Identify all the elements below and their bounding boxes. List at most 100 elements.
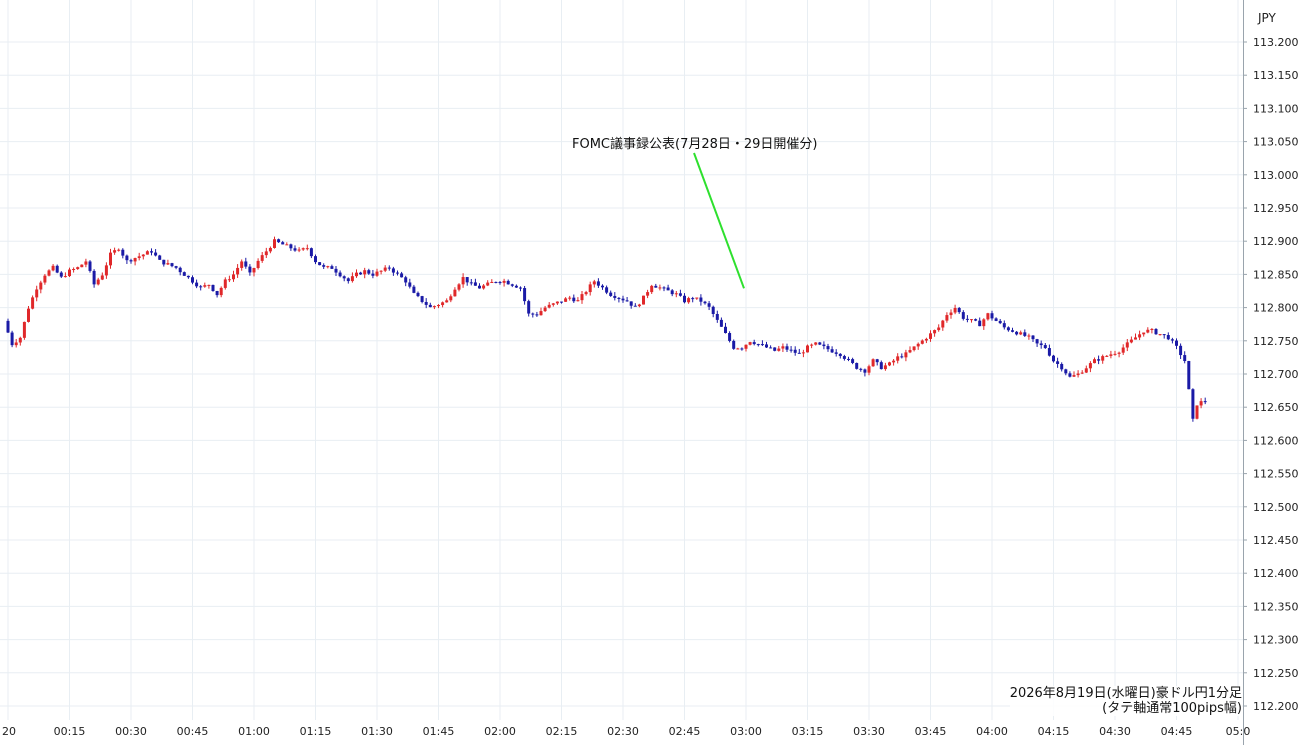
- candle-body: [719, 319, 723, 327]
- candle-body: [133, 258, 137, 262]
- candle: [855, 362, 859, 370]
- y-tick-label: 113.000: [1253, 169, 1299, 182]
- candle: [260, 252, 264, 263]
- candle: [740, 347, 744, 351]
- x-tick-label: 04:45: [1161, 725, 1193, 738]
- candle: [498, 281, 502, 285]
- candle: [400, 271, 404, 278]
- candle: [1052, 354, 1055, 363]
- candle-body: [424, 301, 428, 305]
- candle-body: [88, 261, 92, 271]
- candle: [129, 258, 133, 264]
- candle-body: [207, 284, 211, 286]
- candle-body: [588, 284, 592, 293]
- candle-body: [1105, 355, 1109, 357]
- candle: [724, 322, 727, 334]
- candle-body: [707, 303, 711, 307]
- candle: [793, 346, 797, 356]
- candle-body: [432, 306, 436, 308]
- candle: [465, 277, 469, 286]
- candle: [957, 306, 961, 314]
- candle-body: [318, 262, 322, 266]
- candle-body: [244, 261, 248, 267]
- candle: [547, 302, 551, 309]
- candle: [27, 305, 30, 323]
- candle: [39, 280, 43, 294]
- candle: [1187, 360, 1191, 390]
- candle-body: [547, 304, 551, 308]
- candle-body: [736, 348, 740, 350]
- candle-body: [1027, 335, 1031, 337]
- candle-body: [974, 319, 978, 321]
- candle-body: [797, 352, 801, 354]
- candle: [1056, 357, 1060, 368]
- candle: [379, 270, 383, 275]
- y-tick-label: 112.250: [1253, 667, 1299, 680]
- candle-body: [1175, 340, 1178, 346]
- candle-body: [219, 287, 223, 296]
- candle-body: [334, 268, 338, 273]
- candle-body: [998, 320, 1002, 324]
- candle: [219, 286, 223, 298]
- x-tick-label: 02:30: [607, 725, 639, 738]
- candle: [908, 346, 912, 354]
- candle: [117, 248, 121, 252]
- candle: [133, 257, 137, 266]
- candlestick-chart[interactable]: JPY 113.200 113.150 113.100 113.050 113.000 1…: [0, 0, 1300, 745]
- candle-body: [715, 313, 719, 320]
- x-tick-label: 02:15: [546, 725, 578, 738]
- candle: [535, 311, 539, 317]
- candle-body: [1068, 373, 1072, 377]
- candle-body: [285, 244, 289, 246]
- candle-body: [330, 266, 334, 269]
- candle-body: [687, 298, 691, 303]
- candle-body: [43, 275, 47, 283]
- candle: [457, 283, 461, 292]
- gridlines: [0, 0, 1243, 720]
- candle: [18, 336, 22, 346]
- candle-body: [564, 298, 568, 302]
- candle-body: [666, 287, 670, 291]
- candle-body: [990, 313, 994, 319]
- caption-line-1: 2026年8月19日(水曜日)豪ドル円1分足: [1009, 686, 1242, 701]
- candle: [207, 284, 211, 289]
- candle: [490, 279, 494, 283]
- candle: [383, 265, 387, 273]
- candle: [420, 295, 424, 304]
- candle-body: [6, 320, 10, 333]
- candle-body: [289, 244, 293, 249]
- candle: [141, 254, 145, 260]
- candle-body: [1097, 359, 1101, 361]
- candle-body: [256, 260, 260, 268]
- candle-body: [137, 256, 141, 259]
- candle-body: [1129, 339, 1133, 343]
- candle: [933, 329, 937, 337]
- candle-body: [486, 282, 490, 286]
- annotation-text: FOMC議事録公表(7月28日・29日開催分): [572, 137, 818, 152]
- candle-body: [1154, 328, 1158, 335]
- candle-body: [801, 352, 805, 354]
- y-tick-label: 112.450: [1253, 534, 1299, 547]
- candle: [1039, 340, 1043, 349]
- candle: [654, 283, 658, 288]
- candle-body: [478, 285, 481, 289]
- candle-body: [416, 292, 420, 297]
- candle: [982, 318, 986, 330]
- candle: [252, 267, 256, 277]
- candle-body: [264, 251, 268, 256]
- candle-body: [510, 284, 514, 286]
- candle-body: [39, 282, 43, 290]
- candle: [182, 271, 186, 276]
- candle: [810, 343, 814, 349]
- candle-body: [576, 300, 580, 302]
- candle: [785, 343, 789, 352]
- candle-body: [986, 313, 990, 320]
- candle-body: [867, 366, 871, 373]
- candle-body: [1117, 352, 1121, 354]
- candle-body: [793, 349, 797, 353]
- candle-body: [100, 275, 104, 280]
- candle: [22, 321, 26, 340]
- candle-body: [383, 267, 387, 271]
- candle-body: [929, 333, 932, 339]
- candle: [1101, 354, 1105, 364]
